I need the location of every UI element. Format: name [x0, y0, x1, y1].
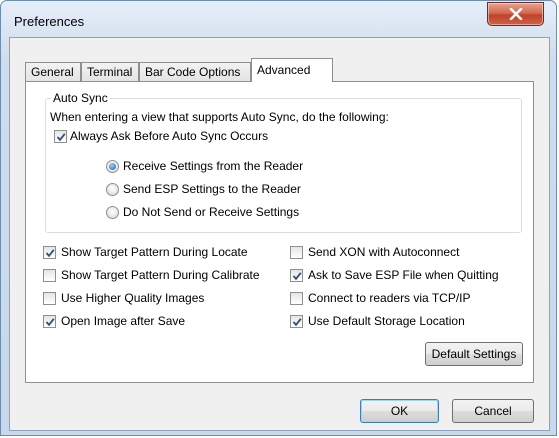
open-image-after-save-checkbox[interactable] [43, 315, 56, 328]
open-image-after-save-label: Open Image after Save [61, 314, 186, 328]
close-button[interactable] [487, 2, 544, 26]
tab-general[interactable]: General [25, 62, 81, 81]
default-settings-button[interactable]: Default Settings [425, 342, 523, 366]
connect-tcp-ip-checkbox[interactable] [290, 292, 303, 305]
default-storage-label: Use Default Storage Location [308, 314, 465, 328]
radio-do-not-send-label: Do Not Send or Receive Settings [123, 205, 300, 219]
close-icon [509, 8, 523, 20]
checkmark-icon [45, 318, 55, 327]
cancel-button[interactable]: Cancel [452, 399, 534, 423]
preferences-dialog: Preferences General Terminal Bar Code Op… [0, 0, 557, 436]
checkmark-icon [292, 318, 302, 327]
always-ask-checkbox[interactable] [54, 130, 67, 143]
title-bar[interactable]: Preferences [1, 1, 556, 37]
auto-sync-group-label: Auto Sync [51, 91, 110, 105]
ask-save-esp-label: Ask to Save ESP File when Quitting [308, 268, 499, 282]
always-ask-label: Always Ask Before Auto Sync Occurs [70, 129, 269, 143]
higher-quality-images-label: Use Higher Quality Images [61, 291, 205, 305]
show-target-locate-checkbox[interactable] [43, 246, 56, 259]
auto-sync-description: When entering a view that supports Auto … [50, 110, 389, 124]
ok-button[interactable]: OK [360, 399, 439, 423]
default-storage-checkbox[interactable] [290, 315, 303, 328]
tab-advanced[interactable]: Advanced [251, 58, 333, 82]
advanced-tab-panel: Auto Sync When entering a view that supp… [25, 81, 534, 383]
radio-send-esp-settings[interactable] [106, 183, 119, 196]
checkmark-icon [292, 272, 302, 281]
radio-dot-icon [109, 163, 116, 170]
tab-bar-code-options[interactable]: Bar Code Options [139, 62, 251, 81]
checkmark-icon [45, 249, 55, 258]
connect-tcp-ip-label: Connect to readers via TCP/IP [308, 291, 471, 305]
window-title: Preferences [14, 14, 85, 29]
show-target-locate-label: Show Target Pattern During Locate [61, 245, 248, 259]
higher-quality-images-checkbox[interactable] [43, 292, 56, 305]
radio-receive-settings[interactable] [106, 160, 119, 173]
dialog-client-area: General Terminal Bar Code Options Advanc… [9, 37, 550, 431]
tab-terminal[interactable]: Terminal [81, 62, 139, 81]
checkmark-icon [56, 133, 66, 142]
radio-receive-settings-label: Receive Settings from the Reader [123, 159, 304, 173]
send-xon-label: Send XON with Autoconnect [308, 245, 460, 259]
radio-send-esp-settings-label: Send ESP Settings to the Reader [123, 182, 301, 196]
radio-do-not-send[interactable] [106, 206, 119, 219]
show-target-calibrate-label: Show Target Pattern During Calibrate [61, 268, 260, 282]
ask-save-esp-checkbox[interactable] [290, 269, 303, 282]
show-target-calibrate-checkbox[interactable] [43, 269, 56, 282]
send-xon-checkbox[interactable] [290, 246, 303, 259]
